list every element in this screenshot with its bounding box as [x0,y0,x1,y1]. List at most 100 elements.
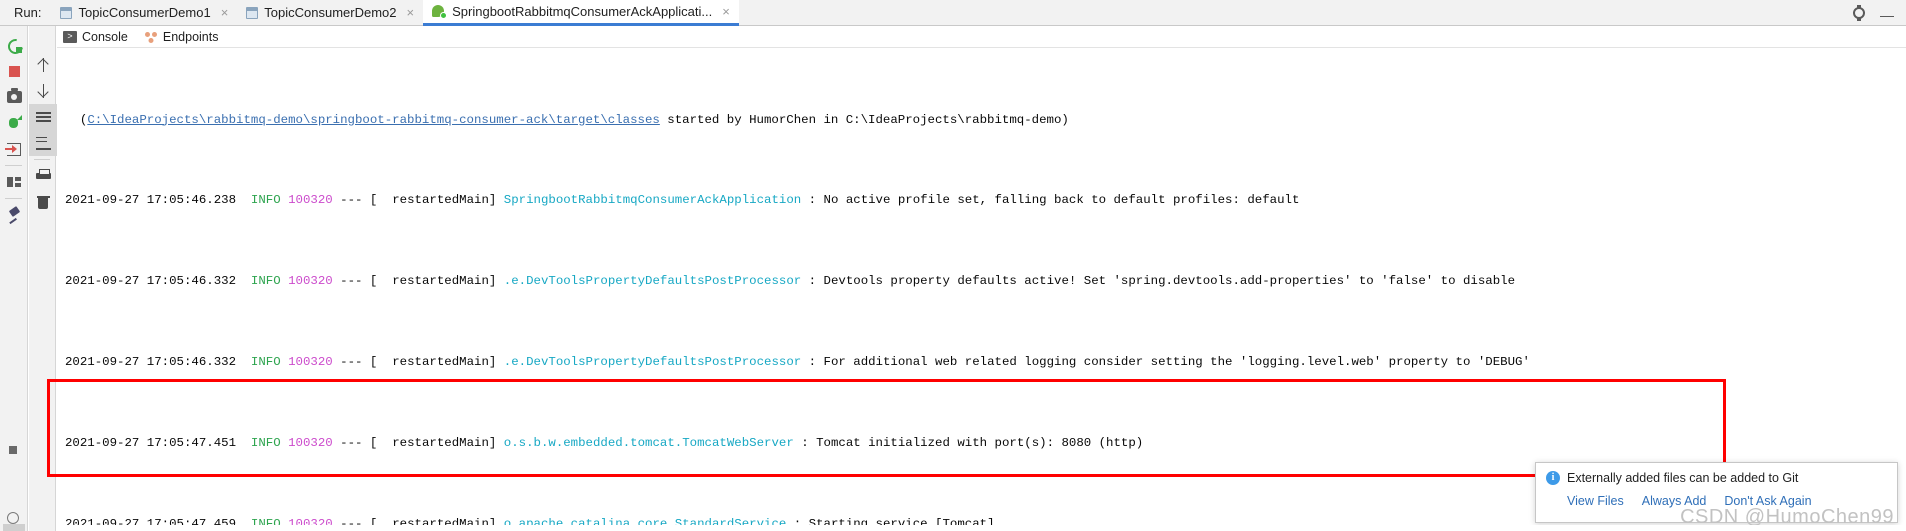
clear-all-button[interactable] [29,189,57,215]
debug-button[interactable] [0,110,28,136]
strip-circle-icon [7,512,19,524]
log-timestamp: 2021-09-27 17:05:46.238 [65,193,237,208]
tab-console-label: Console [82,29,128,44]
tab-endpoints-label: Endpoints [162,29,219,44]
log-sep: --- [ [332,435,393,450]
log-gap [281,436,288,450]
log-level: INFO [250,193,281,208]
screenshot-button[interactable] [0,84,28,110]
export-icon [5,142,21,156]
log-sep: ] [488,355,504,369]
log-gap [281,193,288,207]
scroll-nub[interactable] [3,524,25,531]
log-gap [236,274,251,288]
log-sep: --- [ [332,193,393,208]
toolbar-divider [5,165,22,166]
soft-wrap-icon [35,111,51,123]
notification-header: i Externally added files can be added to… [1546,470,1887,486]
log-gap [236,193,251,207]
run-tab-bar: Run: TopicConsumerDemo1 × TopicConsumerD… [0,0,1906,26]
console-actions-toolbar [29,26,57,531]
log-pid: 100320 [288,193,333,208]
scroll-to-end-button[interactable] [29,130,57,156]
log-level: INFO [250,435,281,450]
classpath-prefix: ( [65,112,88,127]
minimize-icon[interactable] [1880,15,1894,17]
print-icon [35,169,51,183]
log-logger: SpringbootRabbitmqConsumerAckApplication [503,193,802,208]
gear-icon[interactable] [1852,4,1866,21]
run-tab-label: SpringbootRabbitmqConsumerAckApplicati..… [452,3,713,19]
tab-console[interactable]: > Console [63,26,128,48]
run-tab-label: TopicConsumerDemo2 [264,5,397,20]
log-thread: restartedMain [392,274,489,289]
run-label: Run: [14,5,42,20]
console-log-line: 2021-09-27 17:05:46.332 INFO 100320 --- … [65,271,1906,291]
log-logger: o.s.b.w.embedded.tomcat.TomcatWebServer [503,435,794,450]
close-icon[interactable]: × [407,6,415,19]
tool-window-side-strip [0,326,28,531]
run-actions-toolbar [0,26,28,531]
export-button[interactable] [0,136,28,162]
pin-button[interactable] [0,202,28,228]
log-gap [281,274,288,288]
close-icon[interactable]: × [722,5,730,18]
console-icon: > [63,30,77,43]
log-sep: ] [488,274,504,289]
log-sep: ] [488,193,504,208]
notification-title: Externally added files can be added to G… [1567,471,1799,485]
log-gap [236,436,251,450]
endpoints-icon [144,31,158,43]
run-tool-window: Run: TopicConsumerDemo1 × TopicConsumerD… [0,0,1906,531]
log-gap [281,355,288,369]
rerun-button[interactable] [0,32,28,58]
close-icon[interactable]: × [221,6,229,19]
soft-wrap-button[interactable] [29,104,57,130]
view-files-link[interactable]: View Files [1567,494,1624,508]
log-logger: .e.DevToolsPropertyDefaultsPostProcessor [503,274,802,289]
log-gap [236,355,251,369]
stop-button[interactable] [0,58,28,84]
console-view-tabs: > Console Endpoints [57,26,1906,48]
run-tab-springboot-rabbitmq-consumer-ack[interactable]: SpringbootRabbitmqConsumerAckApplicati..… [423,0,739,26]
tab-endpoints[interactable]: Endpoints [144,26,219,48]
run-tab-label: TopicConsumerDemo1 [78,5,211,20]
console-log-line: 2021-09-27 17:05:46.332 INFO 100320 --- … [65,352,1906,372]
log-level: INFO [250,355,281,369]
spring-boot-icon [432,4,448,19]
scroll-up-button[interactable] [29,52,57,78]
log-pid: 100320 [288,435,333,450]
print-button[interactable] [29,163,57,189]
layout-icon [7,177,21,187]
log-sep: --- [ [332,355,393,369]
bug-icon [7,115,22,130]
window-controls [1852,4,1906,21]
console-line-classpath: (C:\IdeaProjects\rabbitmq-demo\springboo… [65,110,1906,130]
scroll-to-end-icon [35,136,51,150]
log-logger: .e.DevToolsPropertyDefaultsPostProcessor [503,355,802,369]
log-timestamp: 2021-09-27 17:05:46.332 [65,355,237,369]
toolbar-divider [34,159,50,160]
arrow-down-icon [37,84,50,98]
log-thread: restartedMain [392,435,489,450]
classpath-link[interactable]: C:\IdeaProjects\rabbitmq-demo\springboot… [87,113,660,127]
console-log-line: 2021-09-27 17:05:46.238 INFO 100320 --- … [65,190,1906,210]
rerun-icon [7,38,22,53]
log-thread: restartedMain [392,355,489,369]
run-config-icon [246,6,259,19]
pin-icon [8,208,21,222]
scroll-down-button[interactable] [29,78,57,104]
log-thread: restartedMain [392,193,489,208]
classpath-suffix: started by HumorChen in C:\IdeaProjects\… [659,112,1069,127]
log-timestamp: 2021-09-27 17:05:47.451 [65,435,237,450]
log-sep: ] [488,435,504,450]
toolbar-divider [5,198,22,199]
log-message: : Devtools property defaults active! Set… [808,274,1516,289]
layout-button[interactable] [0,169,28,195]
run-config-icon [60,6,73,19]
log-message: : No active profile set, falling back to… [808,193,1300,208]
run-tab-topic-consumer-demo1[interactable]: TopicConsumerDemo1 × [51,0,237,26]
run-tab-topic-consumer-demo2[interactable]: TopicConsumerDemo2 × [237,0,423,26]
log-level: INFO [250,274,281,289]
console-output[interactable]: (C:\IdeaProjects\rabbitmq-demo\springboo… [57,48,1906,531]
